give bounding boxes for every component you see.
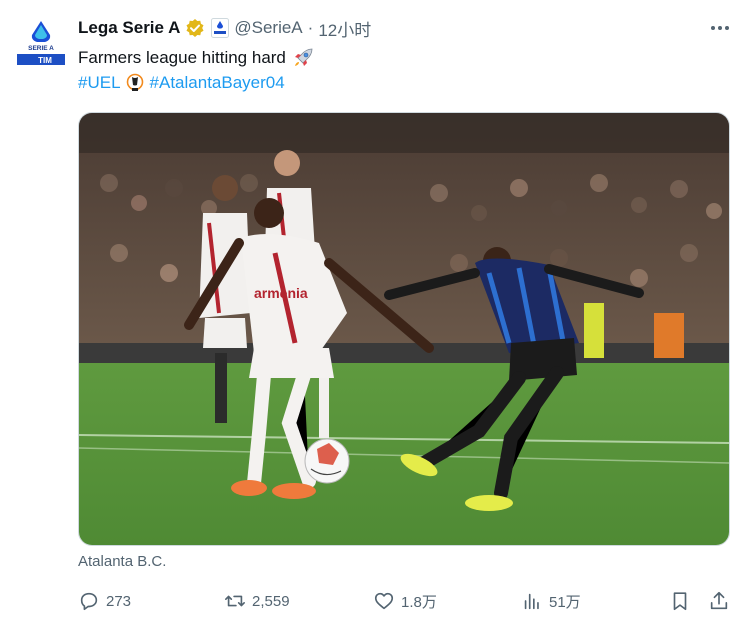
heart-icon [374,592,394,610]
europa-league-trophy-icon [126,73,144,93]
avatar-label: SERIE A [28,45,54,52]
tweet-header: Lega Serie A @SerieA · 12小时 [78,15,740,41]
media-source-label[interactable]: Atalanta B.C. [78,553,166,570]
tweet-text-content: Farmers league hitting hard [78,48,286,67]
jersey-text: armenia [254,285,308,301]
separator-dot: · [307,18,314,37]
tweet-hashtags: #UEL #AtalantaBayer04 [78,72,285,94]
bookmark-button[interactable] [669,588,691,614]
affiliate-badge-icon[interactable] [211,18,230,38]
reply-count: 273 [106,592,132,610]
like-count: 1.8万 [401,593,437,611]
timestamp[interactable]: 12小时 [318,16,371,41]
rocket-emoji-icon [292,47,314,69]
display-name[interactable]: Lega Serie A [78,18,180,38]
share-icon [710,591,728,610]
handle[interactable]: @SerieA [234,18,302,38]
views-chart-icon [524,593,539,610]
more-options-icon[interactable] [708,15,732,41]
views-button[interactable]: 51万 [521,588,581,614]
retweet-count: 2,559 [252,592,290,610]
share-button[interactable] [708,588,730,614]
tweet-text: Farmers league hitting hard [78,47,314,69]
tweet-media-image[interactable]: armenia [78,112,730,546]
verified-badge-icon[interactable] [185,18,205,38]
retweet-button[interactable]: 2,559 [224,588,290,614]
bookmark-icon [673,592,687,611]
retweet-icon [225,595,245,607]
reply-button[interactable]: 273 [78,588,131,614]
like-button[interactable]: 1.8万 [373,588,437,614]
hashtag-uel[interactable]: #UEL [78,72,121,94]
hashtag-atalanta-bayer04[interactable]: #AtalantaBayer04 [150,72,285,94]
avatar[interactable]: SERIE A TIM [15,18,67,70]
avatar-sponsor: TIM [38,56,52,65]
view-count: 51万 [549,593,581,611]
reply-icon [80,592,98,611]
tweet-action-bar: 273 2,559 1.8万 51万 [78,588,730,614]
